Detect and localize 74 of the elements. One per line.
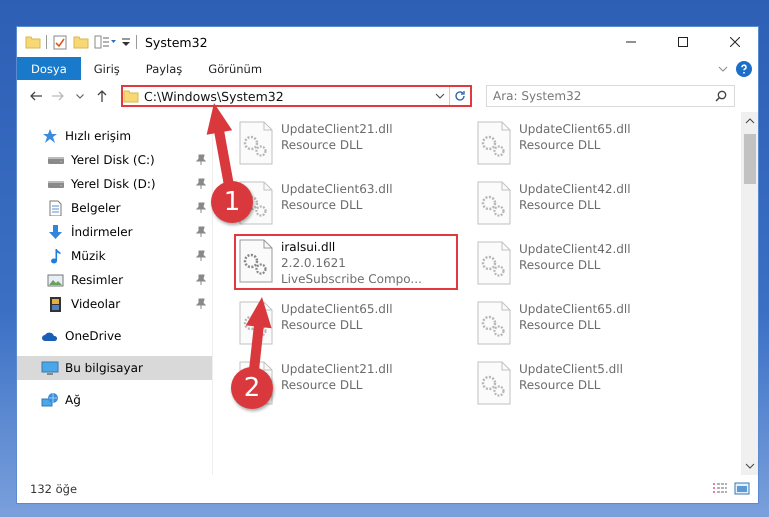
file-detail: Resource DLL — [519, 377, 602, 393]
sidebar-item[interactable]: İndirmeler — [17, 220, 212, 244]
monitor-icon — [41, 360, 59, 376]
scroll-up-icon[interactable] — [744, 117, 754, 125]
dll-file-icon — [477, 361, 511, 405]
expand-ribbon-icon[interactable] — [718, 64, 728, 72]
item-count: 132 öğe — [30, 482, 78, 496]
file-name[interactable]: UpdateClient5.dll — [519, 361, 623, 377]
star-icon — [41, 128, 59, 144]
large-icons-view-icon[interactable] — [734, 482, 750, 496]
scroll-thumb[interactable] — [744, 134, 756, 184]
sidebar-item[interactable]: Videolar — [17, 292, 212, 316]
picture-icon — [47, 272, 65, 288]
download-arrow-icon — [47, 224, 65, 240]
file-name[interactable]: UpdateClient63.dll — [281, 181, 393, 197]
dll-file-icon — [477, 241, 511, 285]
folder-icon — [25, 34, 41, 50]
file-detail: LiveSubscribe Compo... — [281, 271, 422, 287]
file-name[interactable]: iralsui.dll — [281, 239, 422, 255]
file-item[interactable]: iralsui.dll 2.2.0.1621 LiveSubscribe Compo... — [235, 235, 457, 289]
maximize-icon — [678, 37, 688, 47]
close-icon — [730, 37, 740, 47]
caret-icon — [76, 94, 84, 98]
dll-file-icon — [239, 121, 273, 165]
drive-icon — [48, 156, 64, 164]
file-name[interactable]: UpdateClient65.dll — [281, 301, 393, 317]
sidebar-item[interactable]: Resimler — [17, 268, 212, 292]
sidebar-item[interactable]: Bu bilgisayar — [17, 356, 212, 380]
network-icon — [41, 392, 59, 408]
file-detail: Resource DLL — [519, 197, 602, 213]
dll-file-icon — [239, 239, 273, 283]
sidebar-item[interactable]: Ağ — [17, 388, 212, 412]
chevron-icon[interactable] — [435, 92, 445, 100]
address-path: C:\Windows\System32 — [144, 88, 285, 104]
address-bar[interactable]: C:\Windows\System32 — [121, 85, 472, 107]
file-detail: Resource DLL — [519, 137, 602, 153]
folder-icon — [123, 88, 139, 104]
sidebar-item[interactable]: Yerel Disk (D:) — [17, 172, 212, 196]
file-detail: Resource DLL — [519, 317, 602, 333]
file-detail: Resource DLL — [519, 257, 602, 273]
file-detail: Resource DLL — [281, 137, 364, 153]
file-detail: Resource DLL — [281, 317, 364, 333]
view-icon[interactable] — [94, 34, 116, 50]
search-field[interactable]: Ara: System32 — [486, 85, 735, 107]
file-name[interactable]: UpdateClient42.dll — [519, 241, 631, 257]
help-icon[interactable] — [736, 60, 752, 76]
file-name[interactable]: UpdateClient65.dll — [519, 121, 631, 137]
scrollbar[interactable] — [741, 112, 758, 475]
scroll-down-icon[interactable] — [744, 462, 754, 470]
dll-file-icon — [477, 301, 511, 345]
music-note-icon — [51, 248, 61, 264]
file-name[interactable]: UpdateClient42.dll — [519, 181, 631, 197]
ribbon-tab[interactable]: Görünüm — [195, 57, 276, 80]
ribbon-tab[interactable]: Giriş — [80, 57, 133, 80]
refresh-icon[interactable] — [454, 90, 466, 102]
file-detail: 2.2.0.1621 — [281, 255, 347, 271]
file-detail: Resource DLL — [281, 197, 364, 213]
dll-file-icon — [477, 181, 511, 225]
sidebar-item[interactable]: Yerel Disk (C:) — [17, 148, 212, 172]
sidebar-item[interactable]: Müzik — [17, 244, 212, 268]
file-name[interactable]: UpdateClient65.dll — [519, 301, 631, 317]
search-icon — [715, 90, 727, 102]
file-menu-button[interactable]: Dosya — [17, 57, 81, 80]
file-name[interactable]: UpdateClient21.dll — [281, 121, 393, 137]
sidebar-item[interactable]: OneDrive — [17, 324, 212, 348]
ribbon-tab[interactable]: Paylaş — [132, 57, 196, 80]
properties-icon[interactable] — [52, 34, 68, 50]
dll-file-icon — [477, 121, 511, 165]
window-title: System32 — [145, 34, 208, 50]
file-name[interactable]: UpdateClient21.dll — [281, 361, 393, 377]
sidebar-item[interactable]: Hızlı erişim — [17, 124, 212, 148]
sidebar-item[interactable]: Belgeler — [17, 196, 212, 220]
drive-icon — [48, 180, 64, 188]
file-detail: Resource DLL — [281, 377, 364, 393]
